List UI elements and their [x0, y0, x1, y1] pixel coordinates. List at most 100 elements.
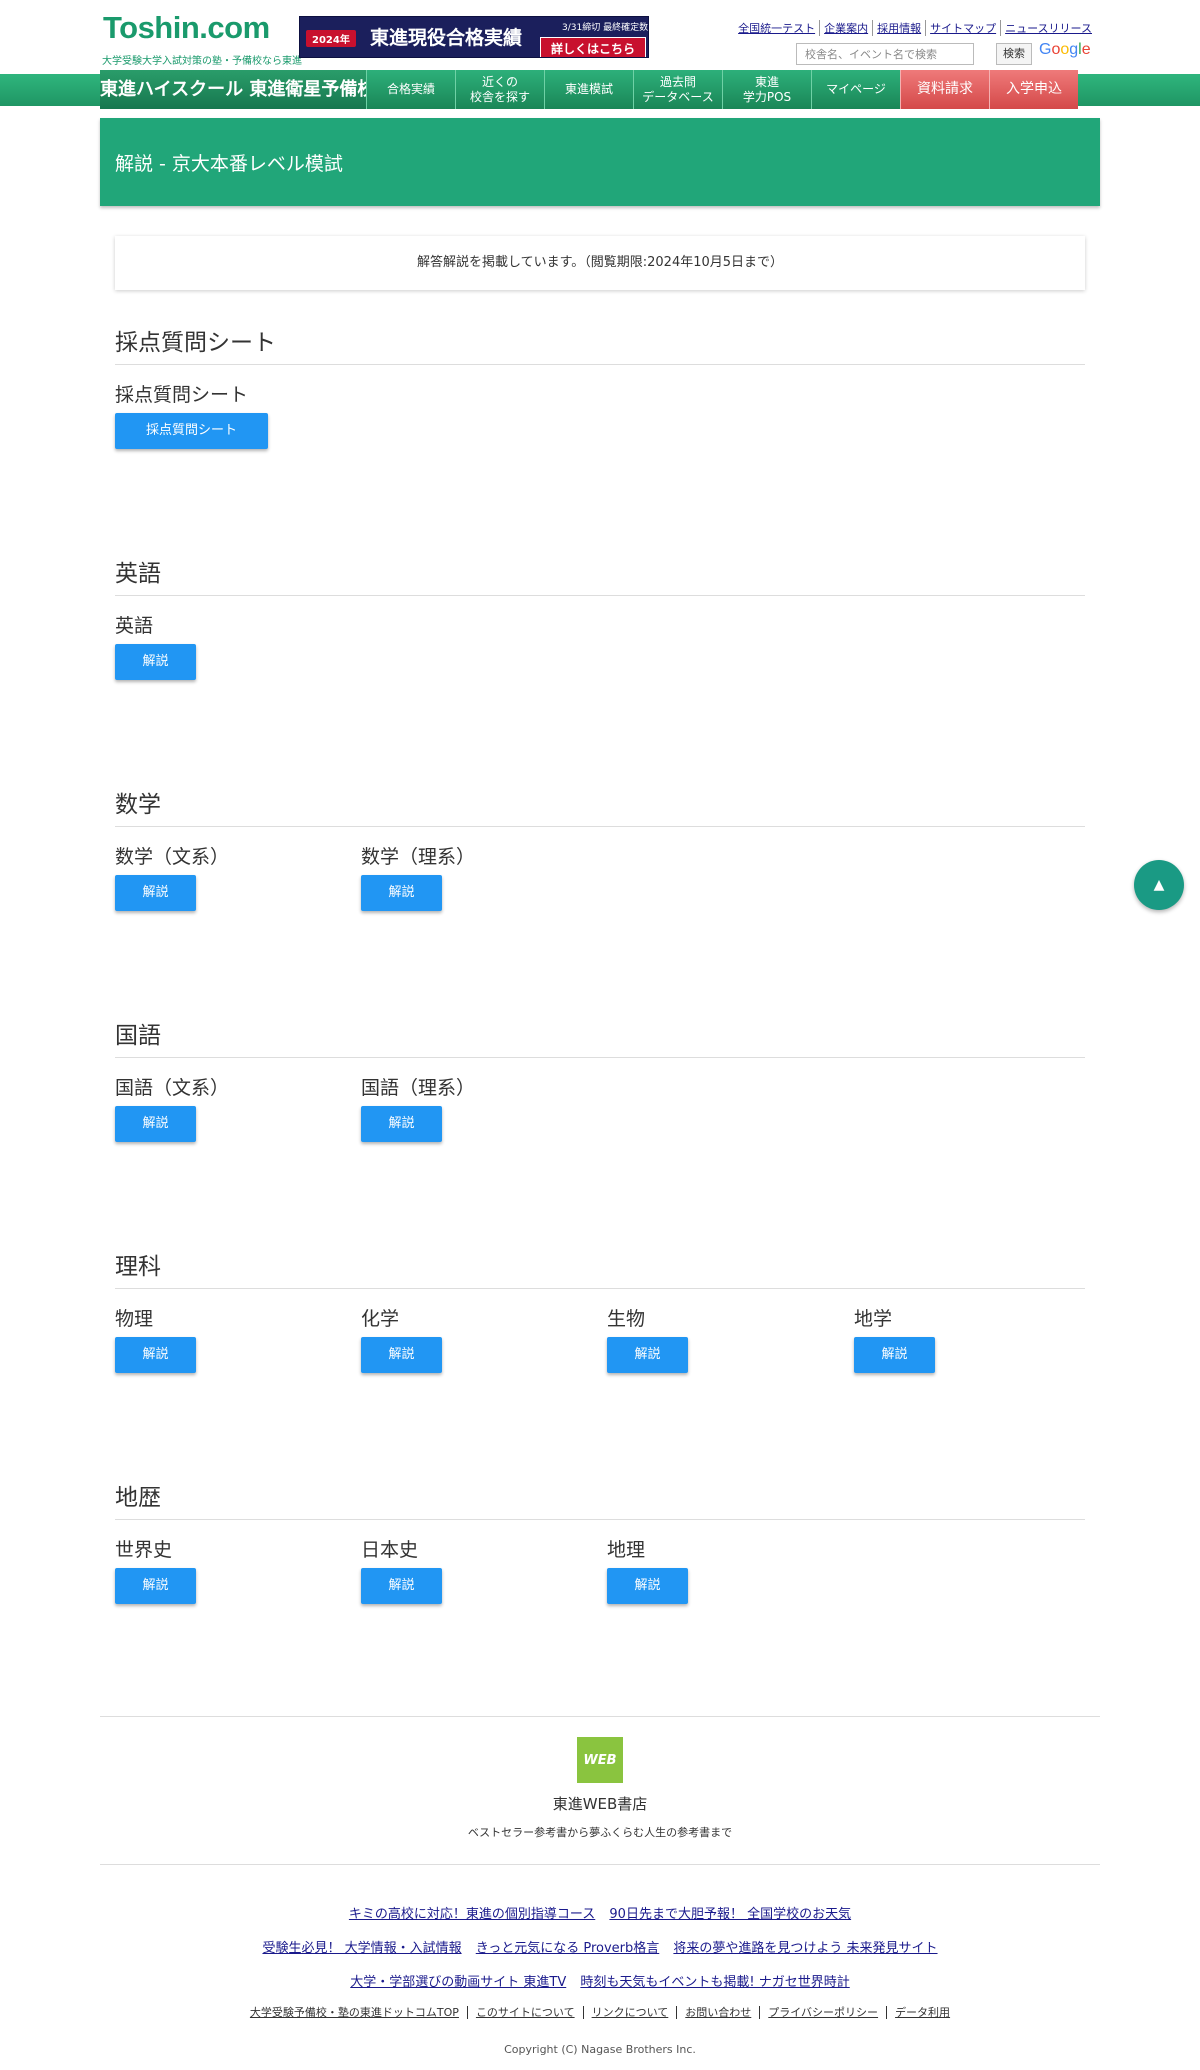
section-title: 採点質問シート [115, 328, 1085, 365]
footer-link[interactable]: 将来の夢や進路を見つけよう 未来発見サイト [673, 1941, 937, 1956]
subject-label: 地学 [854, 1308, 893, 1330]
banner-year: 2024年 [306, 30, 356, 47]
top-link-sitemap[interactable]: サイトマップ [925, 20, 1000, 36]
subject-label: 生物 [607, 1308, 646, 1330]
math-humanities-explanation-button[interactable]: 解説 [115, 875, 196, 911]
english-explanation-button[interactable]: 解説 [115, 644, 196, 680]
subject-item: 英語 解説 [115, 611, 196, 680]
nav-item-find-school[interactable]: 近くの 校舎を探す [455, 70, 544, 109]
section-math: 数学 数学（文系） 解説 数学（理系） 解説 [115, 790, 1085, 911]
footer-small-link[interactable]: このサイトについて [466, 2006, 583, 2019]
subject-item: 生物 解説 [607, 1304, 688, 1373]
subject-item: 地理 解説 [607, 1535, 688, 1604]
japanese-science-explanation-button[interactable]: 解説 [361, 1106, 442, 1142]
top-link-news[interactable]: ニュースリリース [1000, 20, 1096, 36]
arrow-up-icon: ▲ [1153, 877, 1165, 893]
section-title: 数学 [115, 790, 1085, 827]
subject-item: 数学（理系） 解説 [361, 842, 475, 911]
subject-item: 物理 解説 [115, 1304, 196, 1373]
footer-link[interactable]: きっと元気になる Proverb格言 [476, 1941, 660, 1956]
page-title: 解説 - 京大本番レベル模試 [115, 153, 343, 175]
section-title: 地歴 [115, 1483, 1085, 1520]
footer-small-links: 大学受験予備校・塾の東進ドットコムTOP このサイトについて リンクについて お問い合… [0, 2004, 1200, 2020]
subject-label: 数学（理系） [361, 846, 476, 868]
subject-item: 国語（理系） 解説 [361, 1073, 475, 1142]
section-title: 国語 [115, 1021, 1085, 1058]
site-search-input[interactable] [796, 43, 974, 65]
subject-label: 地理 [607, 1539, 646, 1561]
web-bookstore-title[interactable]: 東進WEB書店 [0, 1793, 1200, 1814]
toshin-logo[interactable]: Toshin.com [103, 10, 270, 46]
footer-link[interactable]: 90日先まで大胆予報！ 全国学校のお天気 [609, 1907, 851, 1922]
earth-science-explanation-button[interactable]: 解説 [854, 1337, 935, 1373]
subject-label: 化学 [361, 1308, 400, 1330]
footer-links-row-1: キミの高校に対応！東進の個別指導コース 90日先まで大胆予報！ 全国学校のお天気 [0, 1903, 1200, 1922]
section-scoring-sheet: 採点質問シート 採点質問シート 採点質問シート [115, 328, 1085, 449]
footer-link[interactable]: 時刻も天気もイベントも掲載! ナガセ世界時計 [580, 1975, 849, 1990]
web-bookstore-icon[interactable]: WEB [577, 1737, 623, 1783]
scoring-sheet-button[interactable]: 採点質問シート [115, 413, 268, 449]
japanese-humanities-explanation-button[interactable]: 解説 [115, 1106, 196, 1142]
section-japanese: 国語 国語（文系） 解説 国語（理系） 解説 [115, 1021, 1085, 1142]
title-band: 解説 - 京大本番レベル模試 [100, 118, 1100, 206]
section-geo-history: 地歴 世界史 解説 日本史 解説 地理 解説 [115, 1483, 1085, 1604]
subject-label: 世界史 [115, 1539, 173, 1561]
subject-label: 数学（文系） [115, 846, 230, 868]
footer-small-link[interactable]: お問い合わせ [676, 2006, 760, 2019]
section-english: 英語 英語 解説 [115, 559, 1085, 680]
nav-item-mypage[interactable]: マイページ [811, 70, 900, 109]
subject-item: 採点質問シート 採点質問シート [115, 380, 268, 449]
main-nav: 東進ハイスクール 東進衛星予備校 合格実績 近くの 校舎を探す 東進模試 過去問… [100, 70, 1078, 109]
copyright: Copyright (C) Nagase Brothers Inc. [504, 2043, 696, 2056]
footer-small-link[interactable]: プライバシーポリシー [759, 2006, 887, 2019]
nav-item-results[interactable]: 合格実績 [366, 70, 455, 109]
math-science-explanation-button[interactable]: 解説 [361, 875, 442, 911]
subject-item: 地学 解説 [854, 1304, 935, 1373]
world-history-explanation-button[interactable]: 解説 [115, 1568, 196, 1604]
nav-item-past-exams[interactable]: 過去問 データベース [633, 70, 722, 109]
geography-explanation-button[interactable]: 解説 [607, 1568, 688, 1604]
subject-label: 採点質問シート [115, 384, 249, 406]
footer-link[interactable]: 大学・学部選びの動画サイト 東進TV [350, 1975, 566, 1990]
section-title: 英語 [115, 559, 1085, 596]
footer-links-row-2: 受験生必見！ 大学情報・入試情報 きっと元気になる Proverb格言 将来の夢… [0, 1937, 1200, 1956]
top-link-recruit[interactable]: 採用情報 [872, 20, 925, 36]
notice-card: 解答解説を掲載しています。（閲覧期限:2024年10月5日まで） [115, 236, 1085, 290]
search-button[interactable]: 検索 [996, 43, 1032, 65]
footer-link[interactable]: 受験生必見！ 大学情報・入試情報 [262, 1941, 461, 1956]
top-link-national-test[interactable]: 全国統一テスト [734, 20, 819, 36]
top-link-company[interactable]: 企業案内 [819, 20, 872, 36]
physics-explanation-button[interactable]: 解説 [115, 1337, 196, 1373]
chemistry-explanation-button[interactable]: 解説 [361, 1337, 442, 1373]
nav-brand-logo[interactable]: 東進ハイスクール 東進衛星予備校 [100, 70, 375, 109]
google-logo: Google [1039, 41, 1091, 58]
results-banner[interactable]: 2024年 東進現役合格実績 3/31締切 最終確定数 詳しくはこちら [299, 16, 649, 58]
logo-tagline: 大学受験大学入試対策の塾・予備校なら東進 [102, 56, 302, 67]
section-title: 理科 [115, 1252, 1085, 1289]
nav-item-pos[interactable]: 東進 学力POS [722, 70, 811, 109]
nav-item-mock-exam[interactable]: 東進模試 [544, 70, 633, 109]
subject-label: 物理 [115, 1308, 154, 1330]
top-links: 全国統一テスト 企業案内 採用情報 サイトマップ ニュースリリース [734, 20, 1096, 36]
banner-note: 3/31締切 最終確定数 [562, 23, 649, 33]
footer-small-link[interactable]: 大学受験予備校・塾の東進ドットコムTOP [242, 2006, 467, 2019]
subject-label: 国語（文系） [115, 1077, 230, 1099]
scroll-top-button[interactable]: ▲ [1134, 860, 1184, 910]
subject-item: 数学（文系） 解説 [115, 842, 229, 911]
nav-item-apply[interactable]: 入学申込 [989, 70, 1078, 109]
subject-label: 日本史 [361, 1539, 419, 1561]
subject-label: 英語 [115, 615, 154, 637]
biology-explanation-button[interactable]: 解説 [607, 1337, 688, 1373]
subject-item: 国語（文系） 解説 [115, 1073, 229, 1142]
footer-small-link[interactable]: リンクについて [582, 2006, 677, 2019]
subject-item: 日本史 解説 [361, 1535, 442, 1604]
footer-small-link[interactable]: データ利用 [886, 2006, 959, 2019]
section-science: 理科 物理 解説 化学 解説 生物 解説 地学 解説 [115, 1252, 1085, 1373]
web-bookstore-tagline: ベストセラー参考書から夢ふくらむ人生の参考書まで [467, 1826, 733, 1839]
banner-cta-button[interactable]: 詳しくはこちら [540, 37, 647, 57]
footer-divider-top [100, 1716, 1100, 1717]
footer-link[interactable]: キミの高校に対応！東進の個別指導コース [349, 1907, 595, 1922]
subject-item: 世界史 解説 [115, 1535, 196, 1604]
nav-item-request-docs[interactable]: 資料請求 [900, 70, 989, 109]
japanese-history-explanation-button[interactable]: 解説 [361, 1568, 442, 1604]
